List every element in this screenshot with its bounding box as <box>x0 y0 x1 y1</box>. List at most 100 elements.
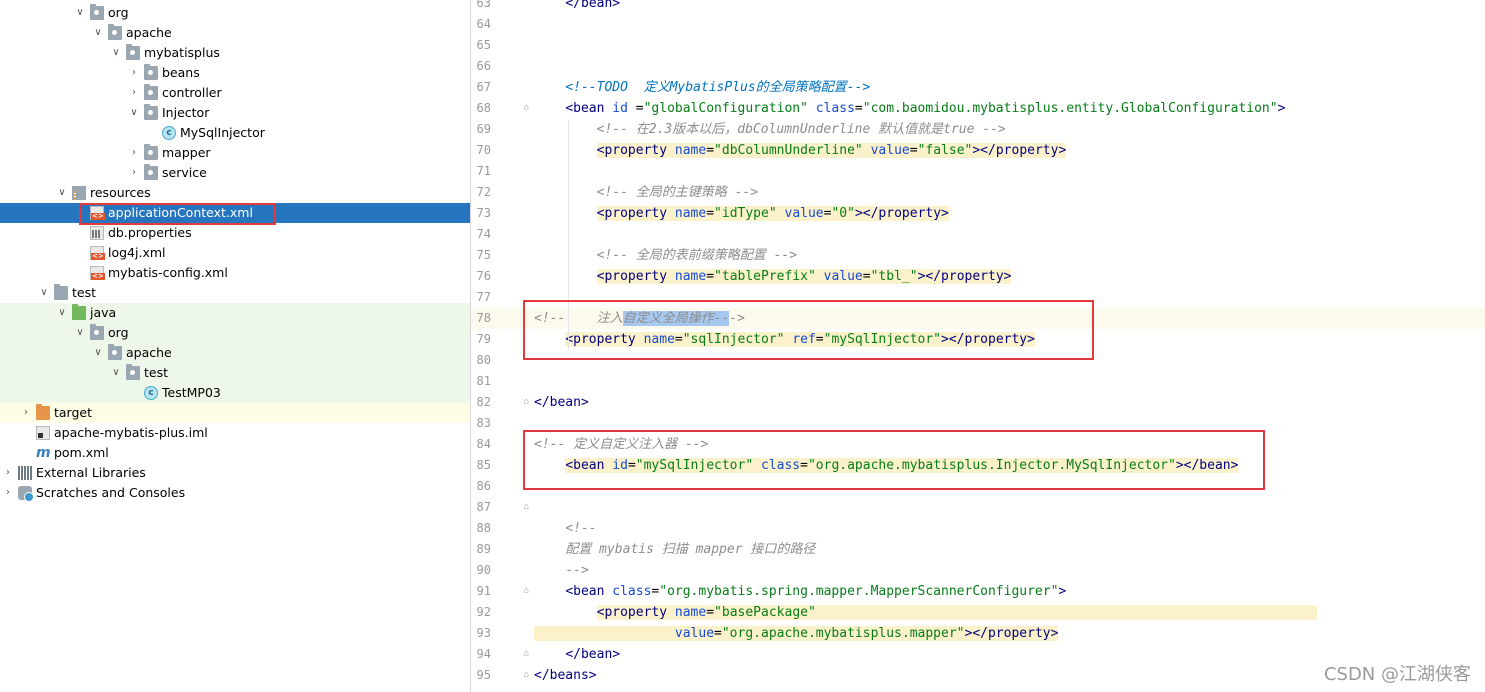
tree-item[interactable]: mybatis-config.xml <box>0 263 470 283</box>
tree-item[interactable]: ∨ Injector <box>0 103 470 123</box>
code-line[interactable]: 87 <box>471 497 1485 518</box>
fold-marker-icon[interactable]: ⌂ <box>522 644 531 665</box>
code-line[interactable]: 78 <!-- 注入自定义全局操作---> <box>471 308 1485 329</box>
tree-item[interactable]: apache-mybatis-plus.iml <box>0 423 470 443</box>
code-line[interactable]: 69 <!-- 在2.3版本以后，dbColumnUnderline 默认值就是… <box>471 119 1485 140</box>
code-token: class <box>612 584 652 599</box>
tree-item[interactable]: › External Libraries <box>0 463 470 483</box>
tree-item-label: target <box>54 405 93 420</box>
code-line[interactable]: 89 配置 mybatis 扫描 mapper 接口的路径 <box>471 539 1485 560</box>
code-line[interactable]: 75 <!-- 全局的表前缀策略配置 --> <box>471 245 1485 266</box>
line-number: 68 <box>476 101 491 115</box>
chevron-right-icon[interactable]: › <box>129 167 139 179</box>
chevron-right-icon[interactable]: › <box>3 467 13 479</box>
code-line[interactable]: 79 <property name="sqlInjector" ref="myS… <box>471 329 1485 350</box>
code-text: 配置 mybatis 扫描 mapper 接口的路径 <box>534 539 815 560</box>
code-token: "false" <box>917 143 973 158</box>
chevron-down-icon[interactable]: ∨ <box>93 27 103 39</box>
properties-file-icon <box>90 226 104 240</box>
code-line[interactable]: 73 <property name="idType" value="0"></p… <box>471 203 1485 224</box>
code-line[interactable]: 71 <box>471 161 1485 182</box>
tree-item[interactable]: ∨ java <box>0 303 470 323</box>
chevron-right-icon[interactable]: › <box>129 147 139 159</box>
tree-item[interactable]: ∨ mybatisplus <box>0 43 470 63</box>
tree-item[interactable]: › Scratches and Consoles <box>0 483 470 503</box>
tree-item[interactable]: m pom.xml <box>0 443 470 463</box>
code-line[interactable]: 76 <property name="tablePrefix" value="t… <box>471 266 1485 287</box>
chevron-right-icon[interactable]: › <box>3 487 13 499</box>
code-line[interactable]: 86 <box>471 476 1485 497</box>
chevron-down-icon[interactable]: ∨ <box>75 327 85 339</box>
code-line[interactable]: 70 <property name="dbColumnUnderline" va… <box>471 140 1485 161</box>
chevron-down-icon[interactable]: ∨ <box>39 287 49 299</box>
code-line[interactable]: 81 <box>471 371 1485 392</box>
code-line[interactable]: 64 <box>471 14 1485 35</box>
code-line[interactable]: 67 <!--TODO 定义MybatisPlus的全局策略配置--> <box>471 77 1485 98</box>
chevron-down-icon[interactable]: ∨ <box>111 47 121 59</box>
resources-folder-icon <box>72 186 86 200</box>
code-line[interactable]: 77 <box>471 287 1485 308</box>
fold-marker-icon[interactable]: ⌂ <box>522 497 531 518</box>
code-line[interactable]: 83 <box>471 413 1485 434</box>
code-line[interactable]: 66 <box>471 56 1485 77</box>
line-number: 75 <box>476 248 491 262</box>
code-line[interactable]: 82 </bean> <box>471 392 1485 413</box>
tree-item[interactable]: ∨ resources <box>0 183 470 203</box>
code-token: class <box>761 458 801 473</box>
fold-marker-icon[interactable]: ⌂ <box>522 581 531 602</box>
code-line[interactable]: 92 <property name="basePackage" <box>471 602 1485 623</box>
tree-item[interactable]: log4j.xml <box>0 243 470 263</box>
tree-item[interactable]: c TestMP03 <box>0 383 470 403</box>
tree-item[interactable]: ∨ test <box>0 283 470 303</box>
tree-item[interactable]: ∨ apache <box>0 23 470 43</box>
tree-item-label: beans <box>162 65 200 80</box>
tree-item[interactable]: ∨ org <box>0 323 470 343</box>
code-token: <bean <box>565 101 613 116</box>
chevron-down-icon[interactable]: ∨ <box>129 107 139 119</box>
code-line[interactable]: 93 value="org.apache.mybatisplus.mapper"… <box>471 623 1485 644</box>
tree-item[interactable]: c MySqlInjector <box>0 123 470 143</box>
tree-item[interactable]: › target <box>0 403 470 423</box>
fold-marker-icon[interactable]: ⌂ <box>522 98 531 119</box>
chevron-right-icon[interactable]: › <box>129 87 139 99</box>
tree-item[interactable]: › service <box>0 163 470 183</box>
xml-file-icon <box>90 246 105 260</box>
code-line[interactable]: 68 <bean id ="globalConfiguration" class… <box>471 98 1485 119</box>
code-line[interactable]: 85 <bean id="mySqlInjector" class="org.a… <box>471 455 1485 476</box>
chevron-down-icon[interactable]: ∨ <box>93 347 103 359</box>
chevron-down-icon[interactable]: ∨ <box>57 307 67 319</box>
code-line[interactable]: 90 --> <box>471 560 1485 581</box>
code-text: <!-- 注入自定义全局操作---> <box>534 308 745 329</box>
chevron-down-icon[interactable]: ∨ <box>111 367 121 379</box>
tree-item[interactable]: db.properties <box>0 223 470 243</box>
code-text: <!-- <box>534 518 596 539</box>
code-line[interactable]: 91 <bean class="org.mybatis.spring.mappe… <box>471 581 1485 602</box>
tree-item[interactable]: ∨ test <box>0 363 470 383</box>
code-line[interactable]: 88 <!-- <box>471 518 1485 539</box>
tree-item[interactable]: applicationContext.xml <box>0 203 470 223</box>
code-token: <property <box>596 605 675 620</box>
package-folder-icon <box>144 144 158 160</box>
code-line[interactable]: 80 <box>471 350 1485 371</box>
tree-item[interactable]: ∨ apache <box>0 343 470 363</box>
chevron-right-icon[interactable]: › <box>129 67 139 79</box>
chevron-down-icon[interactable]: ∨ <box>57 187 67 199</box>
tree-item[interactable]: ∨ org <box>0 3 470 23</box>
code-line[interactable]: 72 <!-- 全局的主键策略 --> <box>471 182 1485 203</box>
code-editor[interactable]: 63 </bean> 64 65 66 67 <!--TODO 定义MybatisPlu… <box>471 0 1485 692</box>
tree-item[interactable]: › controller <box>0 83 470 103</box>
chevron-down-icon[interactable]: ∨ <box>75 7 85 19</box>
chevron-right-icon[interactable]: › <box>21 407 31 419</box>
fold-marker-icon[interactable]: ⌂ <box>522 665 531 686</box>
code-line[interactable]: 65 <box>471 35 1485 56</box>
code-line[interactable]: 74 <box>471 224 1485 245</box>
code-token: <property <box>596 206 675 221</box>
tree-item-label: mapper <box>162 145 211 160</box>
tree-item[interactable]: › beans <box>0 63 470 83</box>
code-line[interactable]: 63 </bean> <box>471 0 1485 14</box>
fold-marker-icon[interactable]: ⌂ <box>522 392 531 413</box>
code-line[interactable]: 84 <!-- 定义自定义注入器 --> <box>471 434 1485 455</box>
tree-item[interactable]: › mapper <box>0 143 470 163</box>
